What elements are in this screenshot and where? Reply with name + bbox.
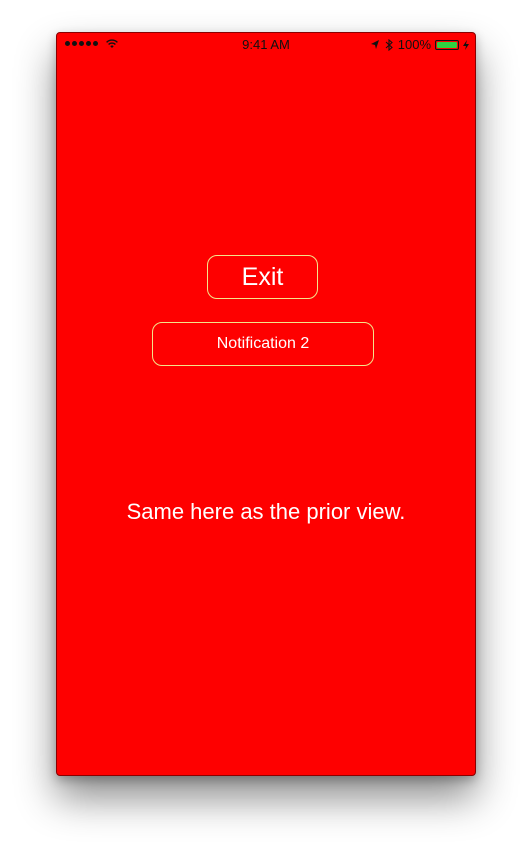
status-bar: 9:41 AM 100%	[57, 33, 475, 55]
phone-screen: 9:41 AM 100% Exit Notification 2 Same he…	[56, 32, 476, 776]
window-frame: 9:41 AM 100% Exit Notification 2 Same he…	[0, 0, 530, 853]
location-arrow-icon	[370, 39, 379, 49]
status-right-group: 100%	[370, 37, 469, 52]
battery-percent: 100%	[397, 37, 431, 52]
battery-icon	[435, 39, 459, 50]
notification-2-button[interactable]: Notification 2	[152, 322, 374, 366]
message-label: Same here as the prior view.	[126, 499, 406, 524]
bluetooth-icon	[385, 38, 393, 51]
exit-button[interactable]: Exit	[207, 255, 318, 299]
charging-bolt-icon	[463, 39, 469, 50]
battery-fill	[437, 41, 457, 48]
